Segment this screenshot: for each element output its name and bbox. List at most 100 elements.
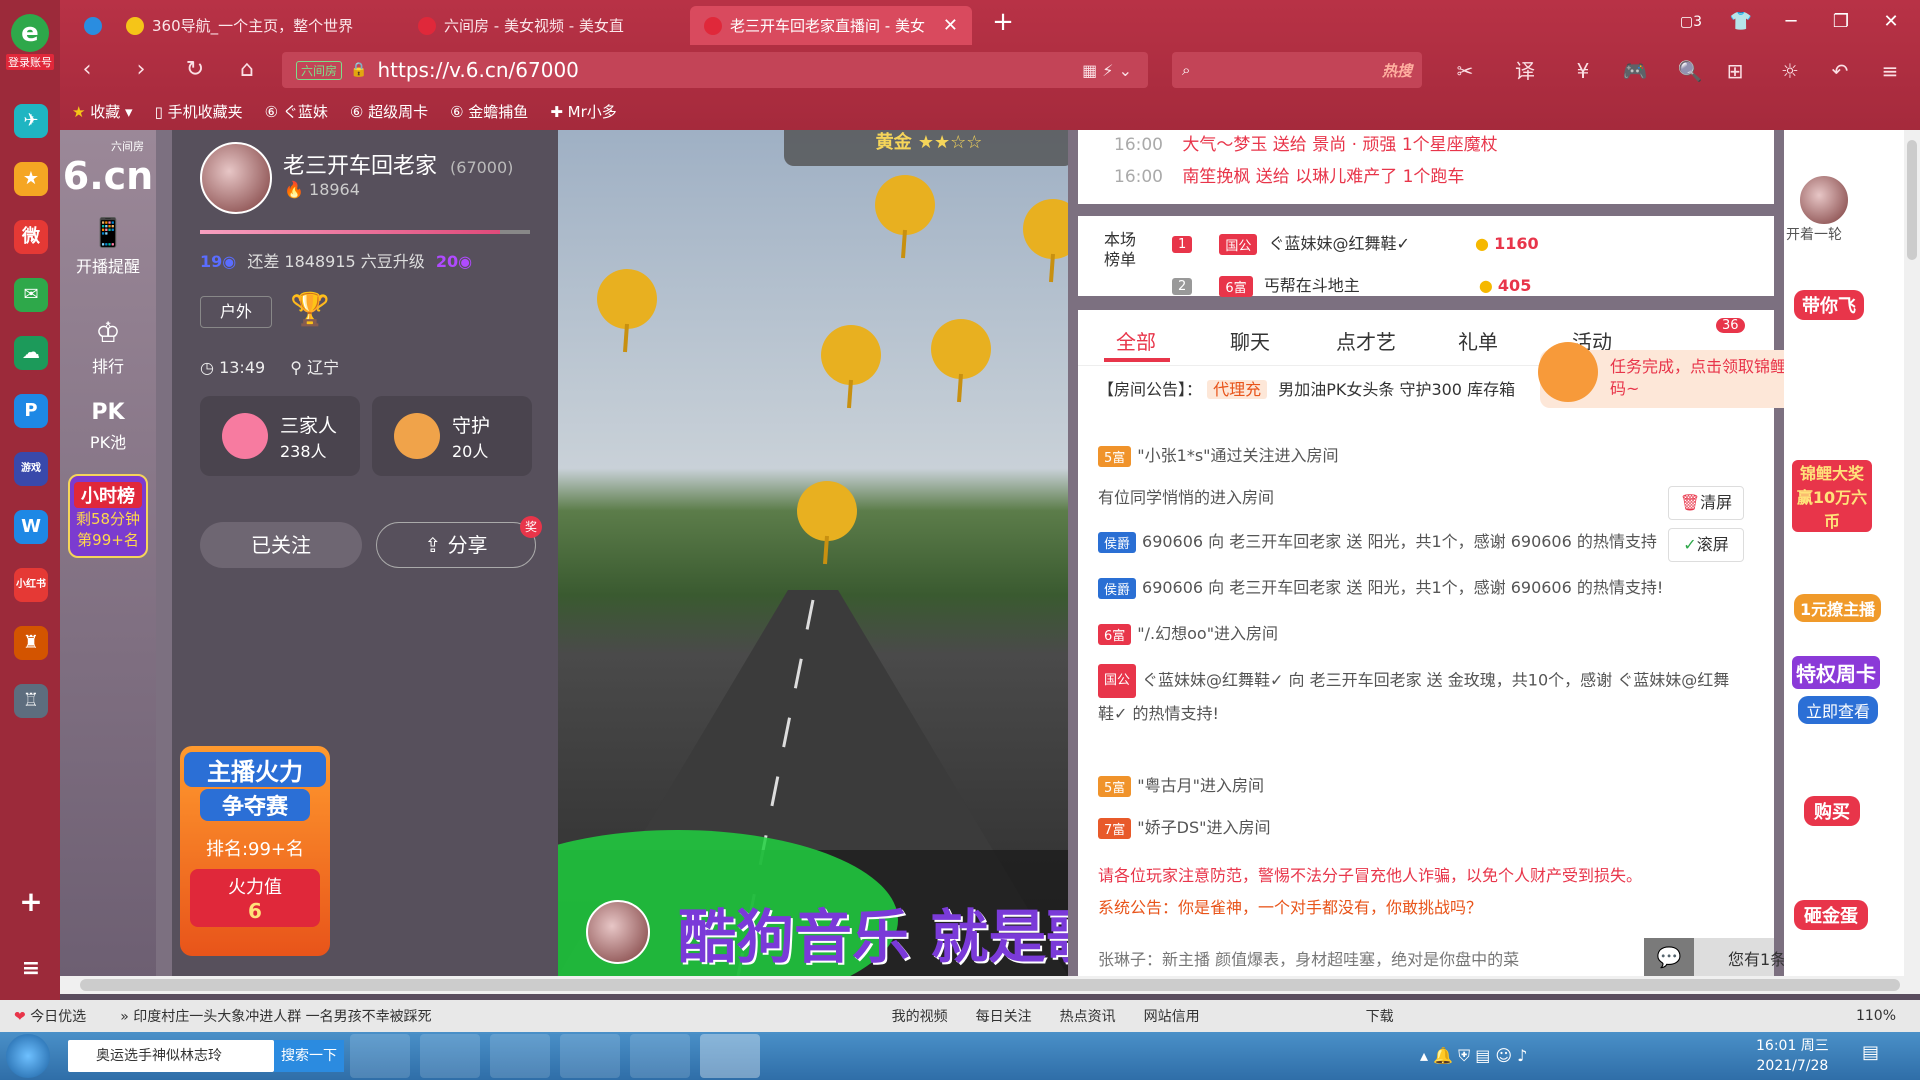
url-input[interactable]: 六间房 🔒 https://v.6.cn/67000 ▦ ⚡ ⌄	[282, 52, 1148, 88]
guard-avatar[interactable]	[1798, 174, 1850, 226]
vertical-scrollbar[interactable]	[1904, 130, 1920, 976]
add-icon[interactable]: +	[14, 885, 48, 919]
ad-buy-button[interactable]: 购买	[1804, 796, 1860, 826]
player-icon[interactable]	[630, 1034, 690, 1078]
host-avatar[interactable]	[200, 142, 272, 214]
guard-box[interactable]: 守护 20人	[372, 396, 532, 476]
fire-contest-card[interactable]: 主播火力 争夺赛 排名:99+名 火力值 6	[180, 746, 330, 956]
tab-gifts[interactable]: 礼单	[1458, 326, 1498, 355]
menu-icon[interactable]: ≡	[1875, 56, 1905, 86]
horizontal-scrollbar[interactable]	[60, 976, 1920, 994]
scissors-icon[interactable]: ✂	[1450, 56, 1480, 86]
browser-360-icon[interactable]	[560, 1034, 620, 1078]
menu-icon[interactable]: ≡	[14, 952, 48, 986]
video-player[interactable]: 黄金 ★★☆☆ 酷狗音乐 就是歌多	[558, 130, 1068, 976]
announcement[interactable]: 【房间公告】： 代理充 男加油PK女头条 守护300 库存箱	[1098, 376, 1515, 400]
taskbar-search-button[interactable]: 搜索一下	[274, 1040, 344, 1072]
gamepad-icon[interactable]: 🎮	[1620, 56, 1650, 86]
ad-fly[interactable]: 带你飞	[1794, 290, 1864, 320]
tab-count-icon[interactable]: ▢3	[1676, 8, 1706, 36]
category-tag[interactable]: 户外	[200, 296, 272, 328]
tab-6cn[interactable]: 六间房 - 美女视频 - 美女直	[404, 6, 688, 45]
bookmark-item[interactable]: ⑥ 金蟾捕鱼	[450, 101, 528, 122]
close-window-icon[interactable]: ✕	[1876, 8, 1906, 36]
nav-remind[interactable]: 📱 开播提醒	[60, 216, 156, 277]
restore-icon[interactable]: ❐	[1826, 8, 1856, 36]
ie-icon[interactable]	[420, 1034, 480, 1078]
bookmark-item[interactable]: ⑥ ぐ蓝妹	[265, 101, 328, 122]
nav-rank[interactable]: ♔ 排行	[60, 316, 156, 377]
bookmark-item[interactable]: ✚ Mr小多	[550, 101, 616, 122]
clock[interactable]: 16:01 周三 2021/7/28	[1756, 1036, 1829, 1076]
rank-row[interactable]: 1 国公 ぐ蓝妹妹@红舞鞋✓ ● 1160	[1172, 230, 1539, 255]
taskbar-search-input[interactable]: 奥运选手神似林志玲	[68, 1040, 274, 1072]
search-input[interactable]: ⌕ 热搜	[1172, 52, 1422, 88]
ad-weekly[interactable]: 特权周卡	[1792, 656, 1880, 689]
follow-button[interactable]: 已关注	[200, 522, 362, 568]
zoom-level[interactable]: 110%	[1856, 1008, 1896, 1024]
mail-icon[interactable]: ✉	[14, 278, 48, 312]
active-app-icon[interactable]	[700, 1034, 760, 1078]
app-icon[interactable]: 游戏	[14, 452, 48, 486]
doc-icon[interactable]: W	[14, 510, 48, 544]
clear-button[interactable]: 🗑清屏	[1668, 486, 1744, 520]
start-icon[interactable]	[6, 1034, 50, 1078]
back-icon[interactable]: ‹	[72, 55, 102, 85]
my-video-link[interactable]: 我的视频	[892, 1006, 948, 1026]
new-tab-icon[interactable]: +	[988, 8, 1018, 36]
headline-link[interactable]: » 印度村庄一头大象冲进人群 一名男孩不幸被踩死	[120, 1006, 431, 1026]
translate-icon[interactable]: 译	[1510, 56, 1540, 86]
grid-icon[interactable]: ⊞	[1720, 56, 1750, 86]
site-credit-link[interactable]: 网站信用	[1144, 1006, 1200, 1026]
star-icon[interactable]: ★	[14, 162, 48, 196]
game-icon[interactable]: ♜	[14, 626, 48, 660]
tab-360-label[interactable]: 360导航_一个主页，整个世界	[112, 6, 402, 45]
cloud-icon[interactable]: ☁	[14, 336, 48, 370]
qr-icon[interactable]: ▦ ⚡ ⌄	[1082, 61, 1132, 80]
tab-all[interactable]: 全部	[1116, 326, 1156, 355]
daily-follow-link[interactable]: 每日关注	[976, 1006, 1032, 1026]
folder-icon[interactable]	[490, 1034, 550, 1078]
site-logo[interactable]: 六间房 6.cn	[60, 138, 156, 198]
skin-icon[interactable]: 👕	[1726, 8, 1756, 36]
hourly-rank-card[interactable]: 小时榜 剩58分钟 第99+名	[68, 474, 148, 558]
notification-icon[interactable]: ▤	[1862, 1042, 1890, 1070]
ad-flirt[interactable]: 1元撩主播	[1794, 594, 1882, 622]
nav-pk[interactable]: PK PK池	[60, 400, 156, 453]
forward-icon[interactable]: ›	[126, 55, 156, 85]
coin-icon[interactable]: ¥	[1568, 56, 1598, 86]
k-app-icon[interactable]	[350, 1034, 410, 1078]
fan-avatar[interactable]	[586, 900, 650, 964]
news-label[interactable]: ❤ 今日优选	[14, 1006, 86, 1026]
family-box[interactable]: 三家人 238人	[200, 396, 360, 476]
tray-icons[interactable]: ▴ 🔔 ⛨ ▤ ☺ ♪	[1420, 1046, 1527, 1066]
ad-egg-button[interactable]: 砸金蛋	[1794, 900, 1868, 930]
share-button[interactable]: ⇪ 分享	[376, 522, 536, 568]
ad-view-button[interactable]: 立即查看	[1798, 696, 1879, 724]
castle-icon[interactable]: ♖	[14, 684, 48, 718]
refresh-icon[interactable]: ↻	[180, 55, 210, 85]
download-link[interactable]: 下载	[1366, 1006, 1394, 1026]
bookmark-item[interactable]: ▯ 手机收藏夹	[155, 101, 243, 122]
bookmark-item[interactable]: ★ 收藏 ▾	[72, 101, 133, 122]
tab-chat[interactable]: 聊天	[1230, 326, 1270, 355]
bookmark-item[interactable]: ⑥ 超级周卡	[350, 101, 428, 122]
home-icon[interactable]: ⌂	[232, 55, 262, 85]
red-app-icon[interactable]: 小红书	[14, 568, 48, 602]
scroll-button[interactable]: ✓滚屏	[1668, 528, 1744, 562]
weibo-icon[interactable]: 微	[14, 220, 48, 254]
p-icon[interactable]: P	[14, 394, 48, 428]
ad-koi[interactable]: 锦鲤大奖 赢10万六币	[1792, 460, 1872, 532]
close-tab-icon[interactable]: ✕	[943, 15, 958, 36]
minimize-icon[interactable]: ─	[1776, 8, 1806, 36]
hot-news-link[interactable]: 热点资讯	[1060, 1006, 1116, 1026]
tab-live[interactable]: 老三开车回老家直播间 - 美女 ✕	[690, 6, 972, 45]
rank-row[interactable]: 2 6富 丐帮在斗地主 ● 405	[1172, 272, 1531, 297]
plane-icon[interactable]: ✈	[14, 104, 48, 138]
chat-message: 国公 ぐ蓝妹妹@红舞鞋✓ 向 老三开车回老家 送 金玫瑰，共10个，感谢 ぐ蓝妹妹…	[1098, 664, 1738, 730]
hot-search[interactable]: 热搜	[1382, 60, 1412, 81]
magnifier-icon[interactable]: 🔍	[1675, 56, 1705, 86]
undo-icon[interactable]: ↶	[1825, 56, 1855, 86]
tab-talent[interactable]: 点才艺	[1336, 326, 1396, 355]
brightness-icon[interactable]: ☼	[1775, 56, 1805, 86]
